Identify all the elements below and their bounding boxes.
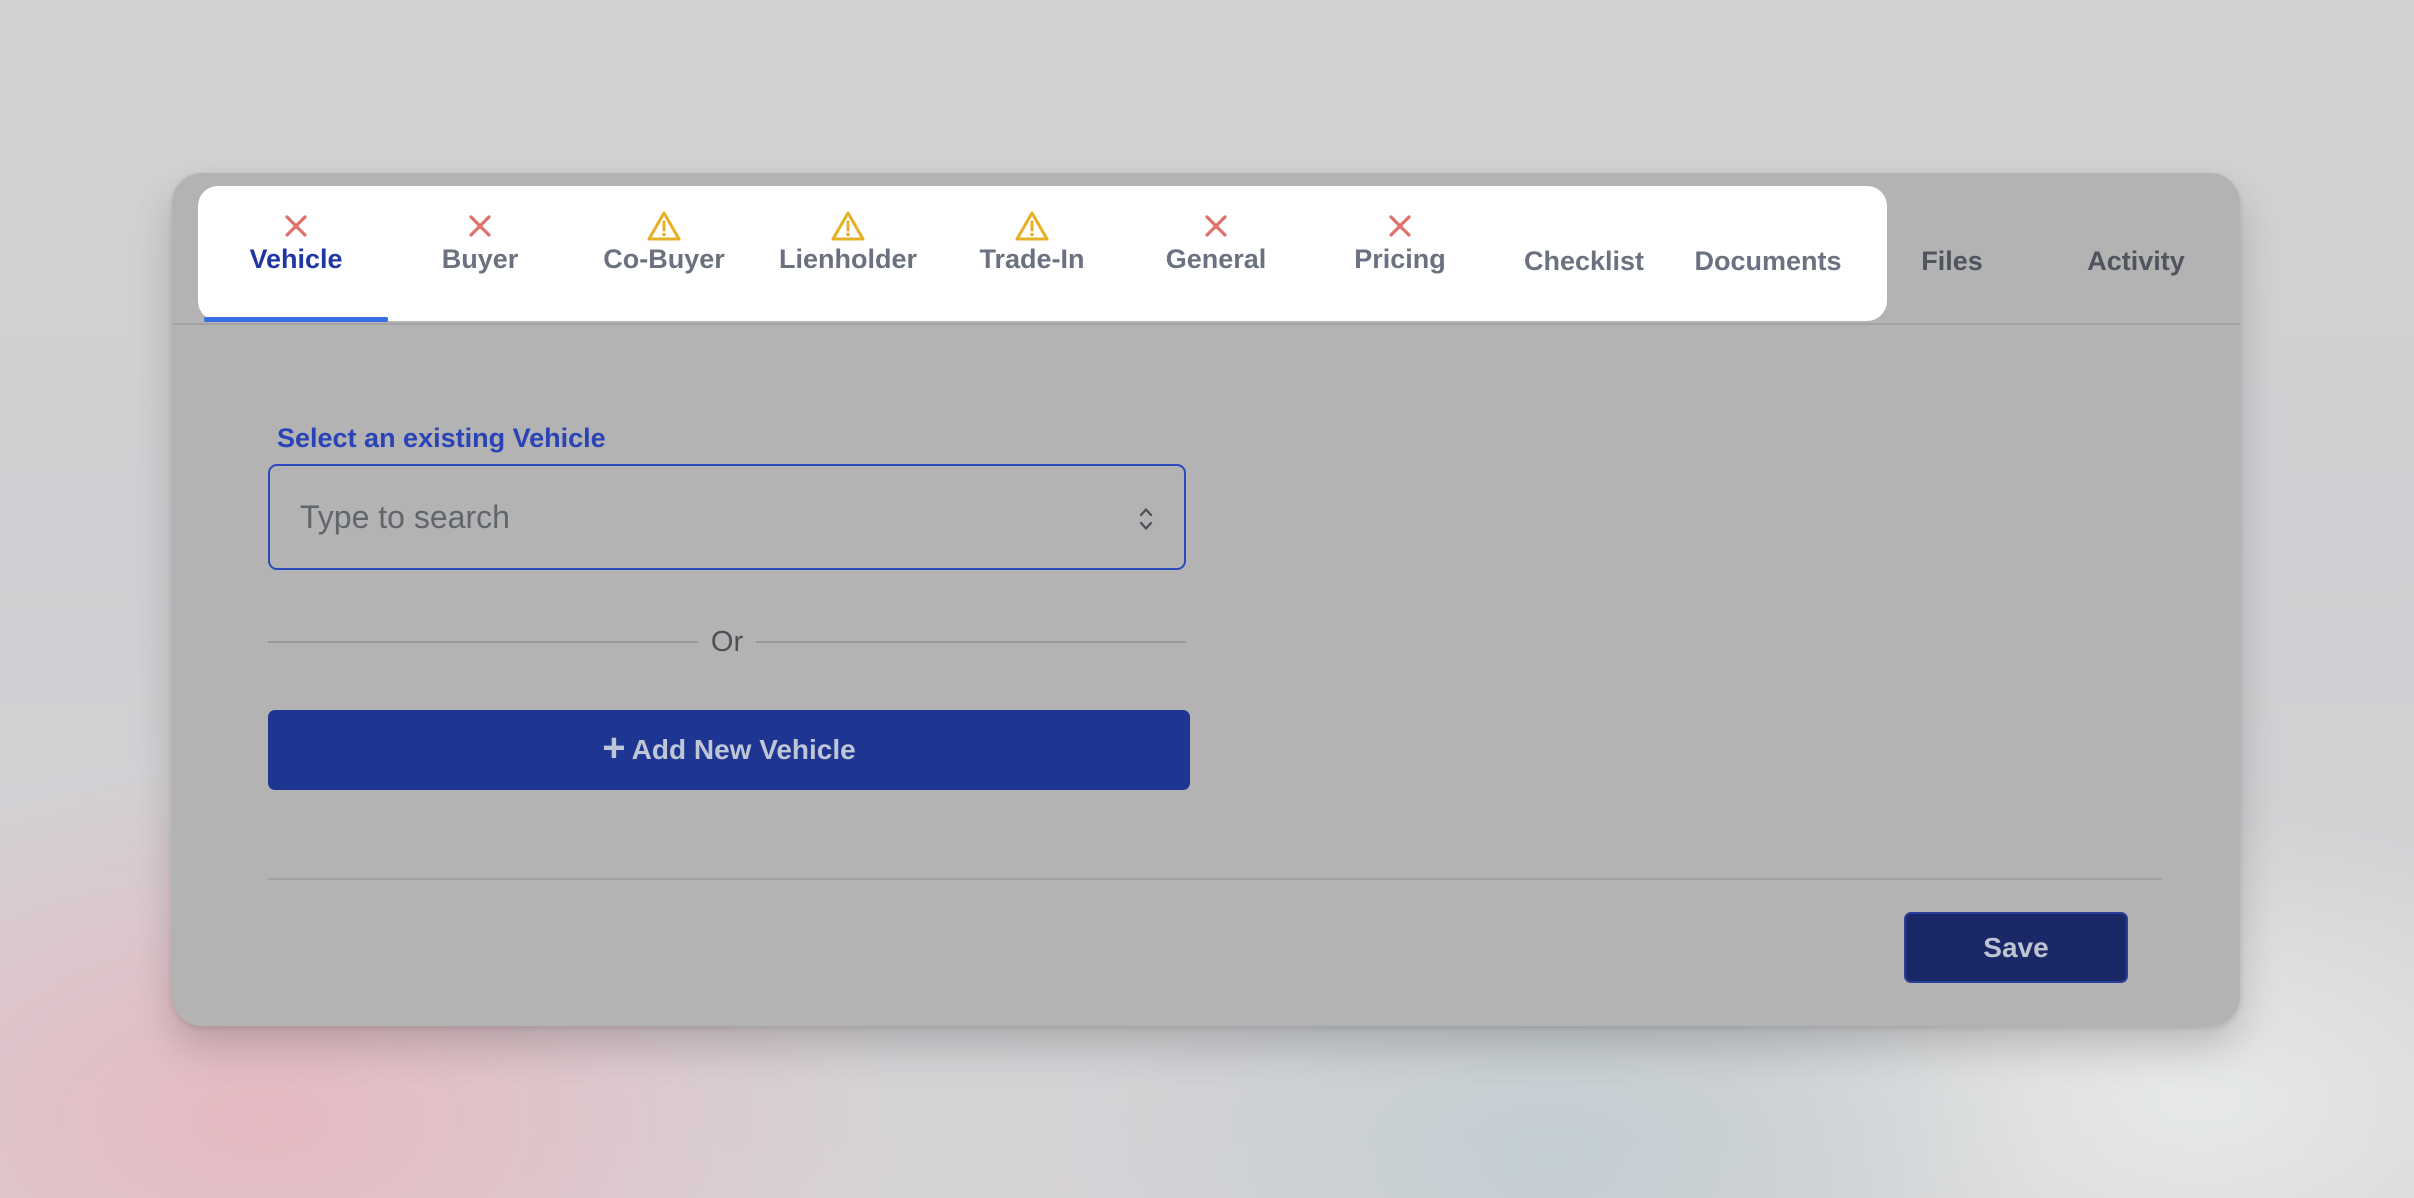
tab-label: Files (1921, 246, 1983, 276)
add-new-vehicle-label: Add New Vehicle (631, 734, 856, 765)
warning-icon (756, 208, 940, 244)
active-tab-indicator (204, 317, 388, 322)
tab-vehicle[interactable]: Vehicle (204, 186, 388, 323)
x-icon (204, 208, 388, 244)
x-icon (1124, 208, 1308, 244)
vehicle-search-combobox[interactable] (268, 464, 1186, 570)
tab-activity[interactable]: Activity (2044, 186, 2228, 323)
tab-label: Vehicle (249, 244, 343, 274)
footer-divider (268, 878, 2162, 880)
save-button[interactable]: Save (1904, 912, 2128, 983)
tab-pricing[interactable]: Pricing (1308, 186, 1492, 323)
tab-buyer[interactable]: Buyer (388, 186, 572, 323)
warning-icon (572, 208, 756, 244)
deal-editor-card: Vehicle Buyer Co-Buyer Lienholder Trade- (172, 173, 2240, 1026)
tab-co-buyer[interactable]: Co-Buyer (572, 186, 756, 323)
vehicle-search-input[interactable] (300, 466, 1080, 568)
select-vehicle-label: Select an existing Vehicle (277, 423, 606, 453)
tab-label: Documents (1694, 246, 1842, 276)
tab-files[interactable]: Files (1860, 186, 2044, 323)
or-divider: Or (268, 622, 1186, 662)
tab-label: Trade-In (979, 244, 1085, 274)
tab-label: Pricing (1354, 244, 1446, 274)
x-icon (388, 208, 572, 244)
tab-label: Lienholder (778, 244, 917, 274)
x-icon (1308, 208, 1492, 244)
tab-general[interactable]: General (1124, 186, 1308, 323)
tab-label: General (1165, 244, 1267, 274)
plus-icon: + (602, 726, 626, 770)
tab-label: Checklist (1523, 246, 1645, 276)
save-label: Save (1983, 931, 2049, 963)
tab-trade-in[interactable]: Trade-In (940, 186, 1124, 323)
tab-label: Buyer (441, 244, 519, 274)
tab-label: Activity (2087, 246, 2185, 276)
tab-label: Co-Buyer (603, 244, 725, 274)
chevron-up-down-icon[interactable] (1136, 504, 1156, 534)
tab-documents[interactable]: Documents (1676, 186, 1860, 323)
tab-checklist[interactable]: Checklist (1492, 186, 1676, 323)
add-new-vehicle-button[interactable]: + Add New Vehicle (268, 710, 1190, 790)
divider-line (756, 641, 1186, 643)
tab-bar: Vehicle Buyer Co-Buyer Lienholder Trade- (172, 173, 2240, 325)
warning-icon (940, 208, 1124, 244)
tab-lienholder[interactable]: Lienholder (756, 186, 940, 323)
